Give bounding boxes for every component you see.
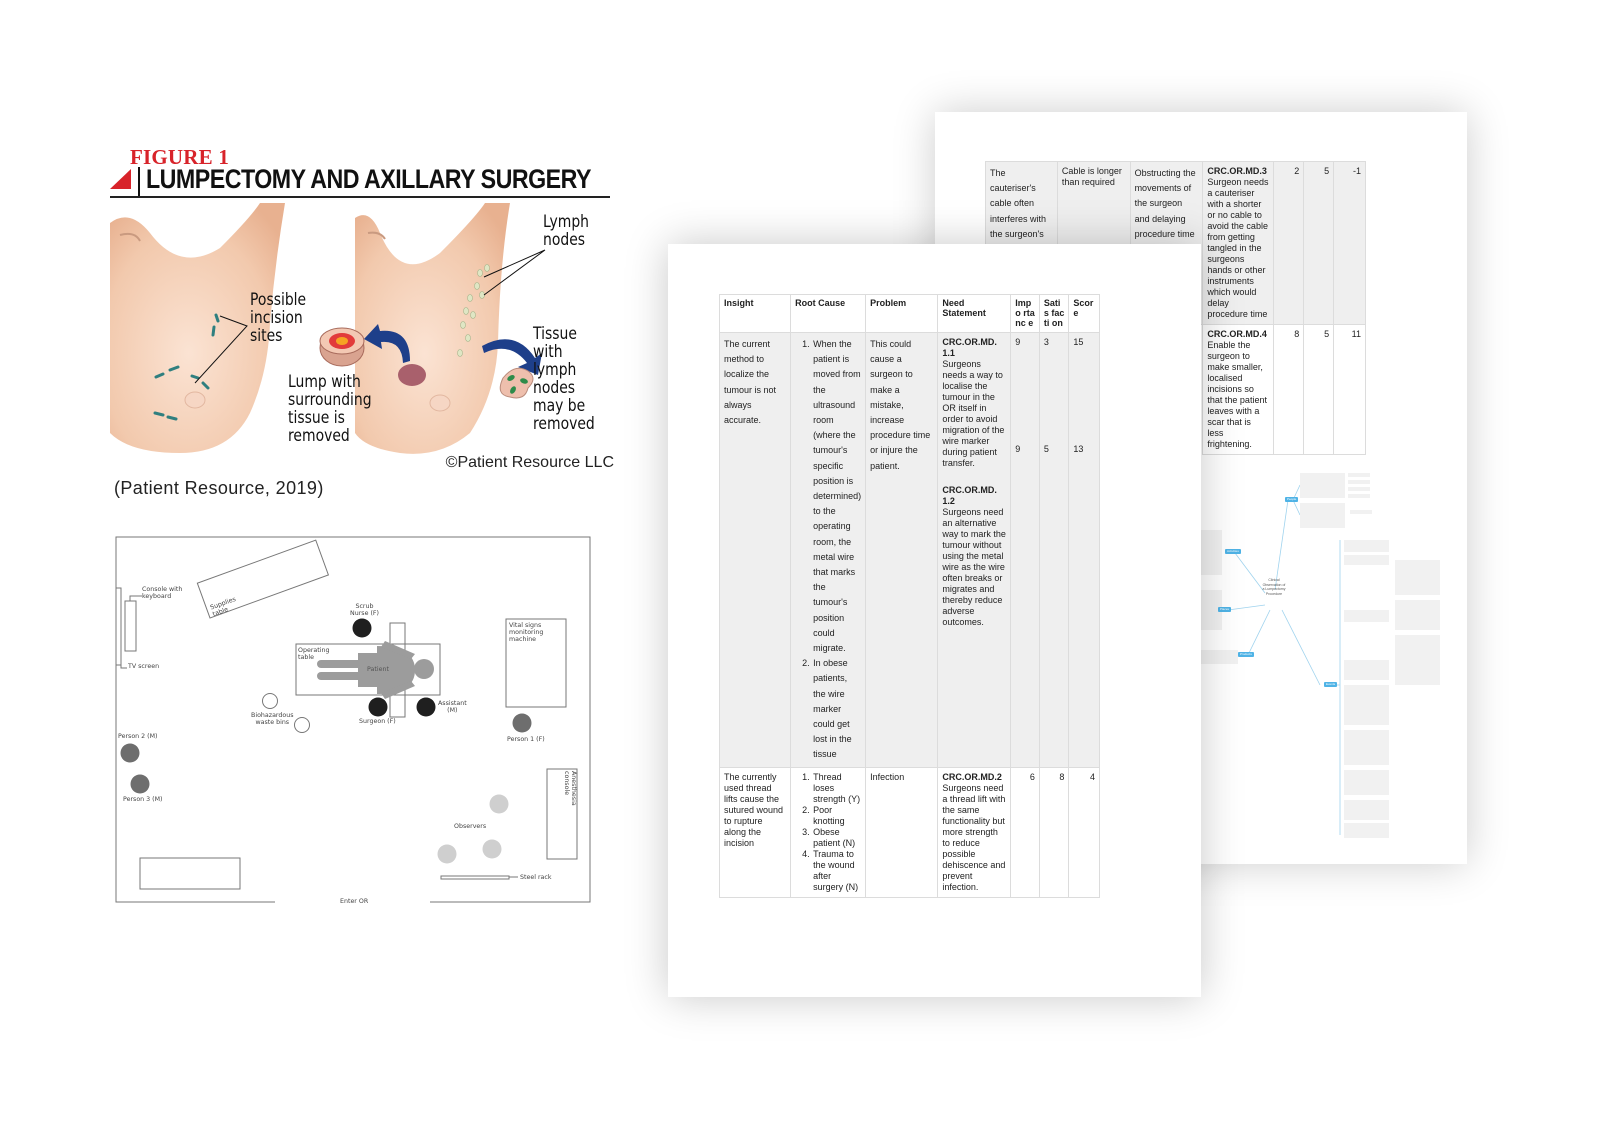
column-header: Satis facti on xyxy=(1038,294,1070,333)
label-enter-or: Enter OR xyxy=(340,898,369,905)
label-tv-screen: TV screen xyxy=(128,663,160,670)
label-person2: Person 2 (M) xyxy=(118,733,158,740)
table-row: The current method to localize the tumou… xyxy=(718,332,1100,768)
table-header-row: Insight Root Cause Problem Need Statemen… xyxy=(718,294,1100,333)
label-lymph-nodes: Lymph nodes xyxy=(543,212,590,250)
need-cell: CRC.OR.MD.3 Surgeon needs a cauteriser w… xyxy=(1202,161,1275,325)
label-person3: Person 3 (M) xyxy=(123,796,163,803)
column-header: Problem xyxy=(865,294,939,333)
problem-cell: Infection xyxy=(865,766,939,898)
problem-cell: This could cause a surgeon to make a mis… xyxy=(865,332,939,768)
observer-marker xyxy=(437,844,457,864)
satisfaction-cell: 8 xyxy=(1038,766,1070,898)
label-observers: Observers xyxy=(454,823,487,830)
need-cell: CRC.OR.MD.4 Enable the surgeon to make s… xyxy=(1202,324,1275,455)
figure-title: LUMPECTOMY AND AXILLARY SURGERY xyxy=(146,164,592,194)
mind-map-node[interactable]: Events xyxy=(1324,682,1338,687)
satisfaction-cell: 5 xyxy=(1303,324,1335,455)
observer-marker xyxy=(489,794,509,814)
column-header: Scor e xyxy=(1068,294,1100,333)
insight-cell: The current method to localize the tumou… xyxy=(718,332,792,768)
label-scrub-nurse: Scrub Nurse (F) xyxy=(350,603,379,617)
title-rule xyxy=(110,196,610,198)
satisfaction-cell: 3 5 xyxy=(1038,332,1070,768)
label-incision-sites: Possible incision sites xyxy=(250,290,307,346)
copyright-note: ©Patient Resource LLC xyxy=(445,454,614,471)
label-patient: Patient xyxy=(367,666,389,673)
scrub-nurse-marker xyxy=(352,618,372,638)
importance-cell: 8 xyxy=(1273,324,1305,455)
label-operating-table: Operating table xyxy=(298,647,330,661)
lump-specimen xyxy=(319,327,365,367)
person2-marker xyxy=(120,743,140,763)
score-cell: 4 xyxy=(1068,766,1100,898)
mind-map: Clinical Observation of a Lumpectomy Proced… xyxy=(1200,465,1455,840)
observer-marker xyxy=(482,839,502,859)
importance-cell: 2 xyxy=(1273,161,1305,325)
label-assistant: Assistant (M) xyxy=(438,700,467,714)
red-triangle-icon xyxy=(110,169,131,189)
root-cause-cell: Thread loses strength (Y) Poor knotting … xyxy=(790,766,867,898)
label-biohazard-bins: Biohazardous waste bins xyxy=(251,712,294,726)
label-console: Console with keyboard xyxy=(142,586,183,600)
importance-cell: 6 xyxy=(1010,766,1040,898)
need-cell: CRC.OR.MD.2 Surgeons need a thread lift … xyxy=(937,766,1012,898)
score-cell: 11 xyxy=(1333,324,1366,455)
label-person1: Person 1 (F) xyxy=(507,736,545,743)
label-tissue: Tissue with lymph nodes may be removed xyxy=(533,324,595,434)
tissue-specimen xyxy=(499,367,534,399)
person3-marker xyxy=(130,774,150,794)
citation: (Patient Resource, 2019) xyxy=(114,478,324,498)
mind-map-center: Clinical Observation of a Lumpectomy Proced… xyxy=(1262,578,1286,596)
column-header: Need Statement xyxy=(937,294,1012,333)
need-cell: CRC.OR.MD. 1.1 Surgeons needs a way to l… xyxy=(937,332,1012,768)
mind-map-node[interactable]: People xyxy=(1285,497,1299,502)
score-cell: -1 xyxy=(1333,161,1366,325)
mind-map-node[interactable]: Activities xyxy=(1225,549,1241,554)
mind-map-node[interactable]: Places xyxy=(1218,607,1232,612)
label-surgeon: Surgeon (F) xyxy=(359,718,396,725)
column-header: Root Cause xyxy=(790,294,867,333)
right-torso xyxy=(355,203,546,454)
label-steel-rack: Steel rack xyxy=(520,874,552,881)
needs-table: Insight Root Cause Problem Need Statemen… xyxy=(718,294,1100,898)
title-divider xyxy=(138,167,140,197)
surgeon-marker xyxy=(368,697,388,717)
person1-marker xyxy=(512,713,532,733)
column-header: Insight xyxy=(718,294,792,333)
label-vital-signs: Vital signs monitoring machine xyxy=(509,622,544,643)
root-cause-cell: When the patient is moved from the ultra… xyxy=(790,332,867,768)
label-lump: Lump with surrounding tissue is removed xyxy=(288,372,372,446)
column-header: Impo rtanc e xyxy=(1010,294,1040,333)
or-floor-plan: Console with keyboard TV screen Supplies t… xyxy=(115,536,591,905)
table-row: The currently used thread lifts cause th… xyxy=(718,766,1100,898)
satisfaction-cell: 5 xyxy=(1303,161,1335,325)
label-anesthesia-console: Anesthesia console xyxy=(563,771,577,806)
score-cell: 15 13 xyxy=(1068,332,1100,768)
floor-plan-drawing xyxy=(115,536,591,903)
importance-cell: 9 9 xyxy=(1010,332,1040,768)
mind-map-node[interactable]: Products xyxy=(1238,652,1254,657)
insight-cell: The currently used thread lifts cause th… xyxy=(718,766,792,898)
figure-lumpectomy: FIGURE 1 LUMPECTOMY AND AXILLARY SURGERY xyxy=(110,145,620,505)
assistant-marker xyxy=(416,697,436,717)
document-page-front: Insight Root Cause Problem Need Statemen… xyxy=(668,244,1201,997)
